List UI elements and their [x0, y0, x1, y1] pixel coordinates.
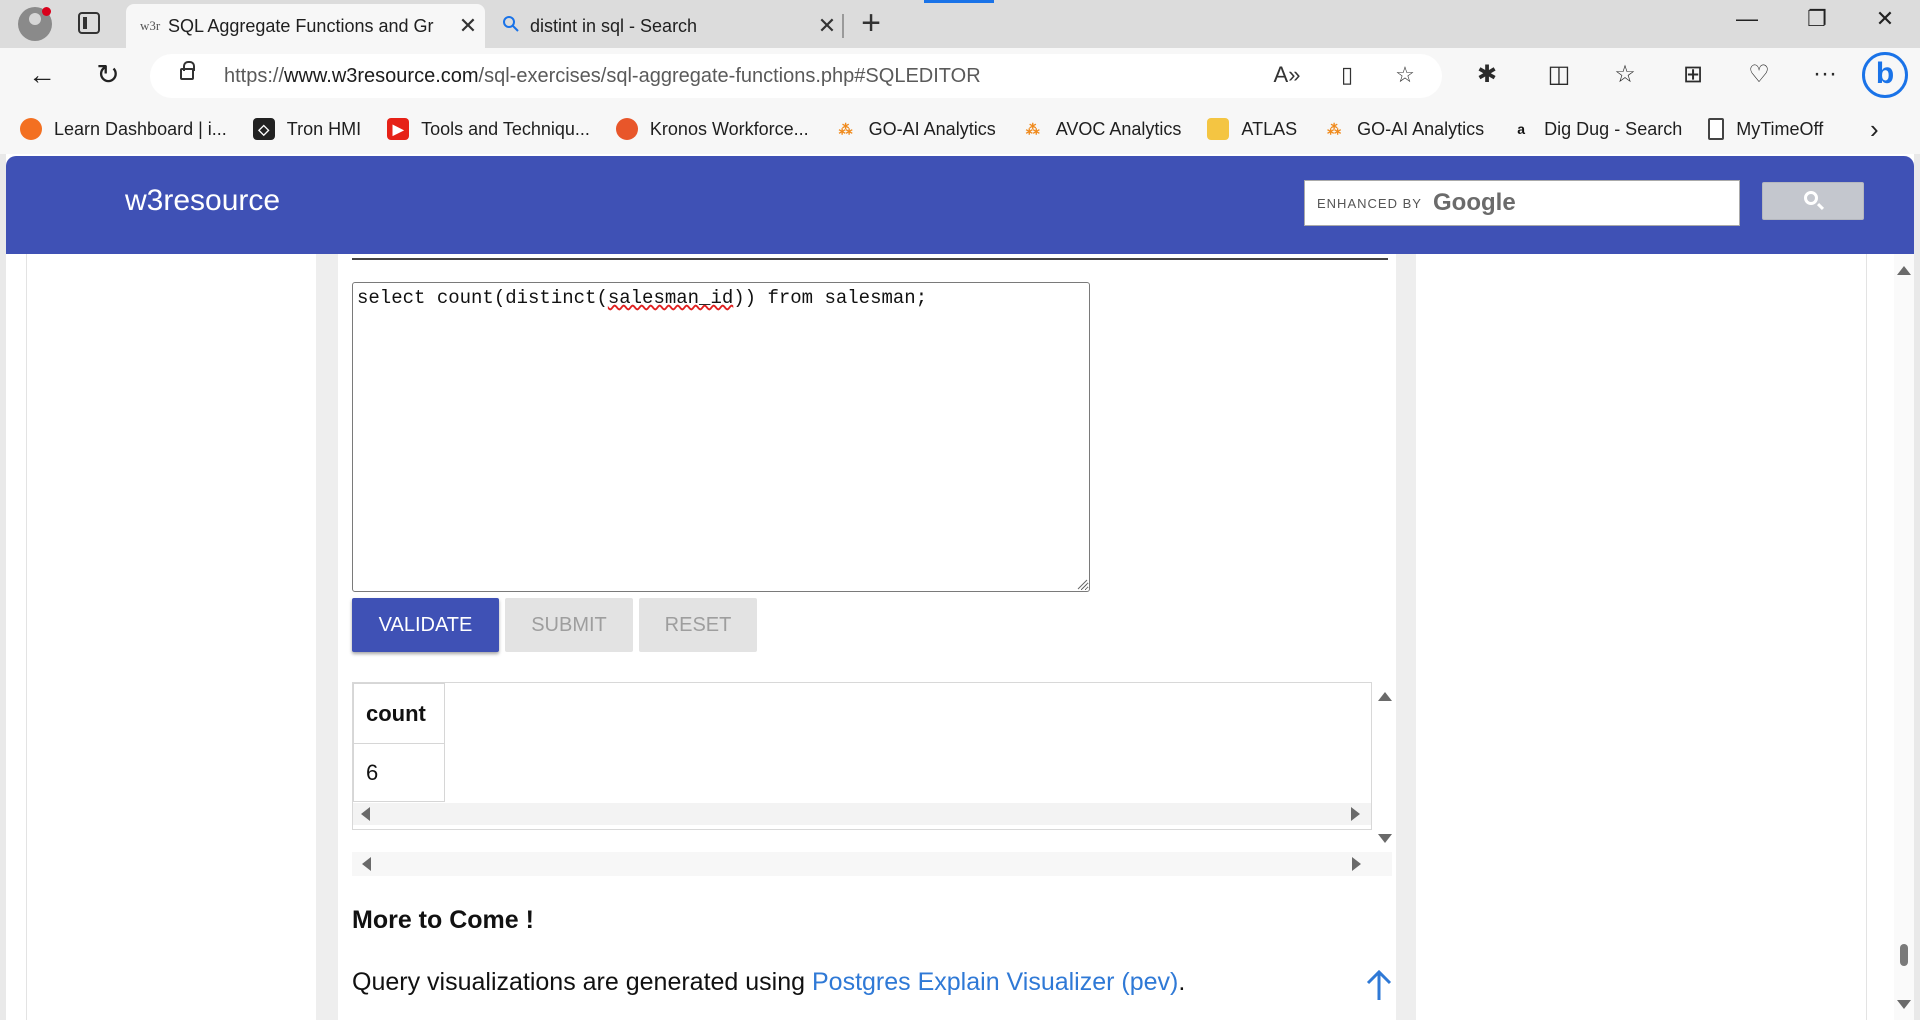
analytics-icon: ⁂: [1327, 121, 1342, 137]
loading-indicator: [924, 0, 994, 3]
kronos-icon: [615, 118, 638, 140]
url-text[interactable]: https://www.w3resource.com/sql-exercises…: [224, 65, 981, 88]
address-bar[interactable]: https://www.w3resource.com/sql-exercises…: [150, 54, 1442, 98]
content-gutter-right: [1396, 254, 1416, 1020]
table-row: 6: [353, 743, 445, 802]
amazon-icon: a: [1517, 121, 1526, 137]
close-tab-icon[interactable]: ✕: [810, 13, 844, 39]
section-heading: More to Come !: [352, 906, 534, 934]
scroll-left-icon[interactable]: [362, 857, 371, 871]
new-tab-icon[interactable]: +: [856, 6, 886, 40]
table-header-row: count: [353, 683, 445, 744]
favorite-go-ai-analytics-2[interactable]: ⁂ GO-AI Analytics: [1323, 118, 1484, 140]
favorite-kronos[interactable]: Kronos Workforce...: [615, 118, 809, 140]
split-screen-icon[interactable]: ◫: [1542, 60, 1576, 92]
back-icon[interactable]: ←: [24, 58, 60, 94]
extensions-icon[interactable]: ✱: [1470, 60, 1504, 92]
favorite-go-ai-analytics[interactable]: ⁂ GO-AI Analytics: [835, 118, 996, 140]
enhanced-by-label: ENHANCED BY: [1317, 196, 1422, 211]
browser-essentials-icon[interactable]: ♡: [1742, 60, 1776, 92]
restore-icon[interactable]: ❐: [1794, 6, 1840, 40]
site-header: w3resource ENHANCED BY Google: [6, 156, 1914, 254]
tab-strip: w3r SQL Aggregate Functions and Gr ✕ dis…: [0, 0, 1920, 48]
orange-circle-icon: [20, 118, 42, 140]
analytics-icon: ⁂: [1025, 121, 1040, 137]
visualization-note: Query visualizations are generated using…: [352, 968, 1186, 996]
page-vertical-scrollbar[interactable]: [1894, 254, 1914, 1020]
pev-link[interactable]: Postgres Explain Visualizer (pev): [812, 968, 1178, 996]
favorite-tron-hmi[interactable]: ◇ Tron HMI: [252, 118, 361, 140]
scroll-left-icon[interactable]: [361, 807, 370, 821]
close-tab-icon[interactable]: ✕: [451, 13, 485, 39]
read-aloud-icon[interactable]: A»: [1272, 62, 1302, 90]
scroll-up-icon[interactable]: [1897, 266, 1911, 275]
table-cell: 6: [353, 743, 445, 802]
result-horizontal-scrollbar[interactable]: [353, 803, 1371, 825]
youtube-icon: ▶: [387, 118, 410, 140]
collections-icon[interactable]: ⊞: [1676, 60, 1710, 92]
submit-button[interactable]: SUBMIT: [505, 598, 633, 652]
folder-icon: [1207, 118, 1230, 140]
google-logo: Google: [1433, 189, 1516, 216]
immersive-reader-icon[interactable]: ▯: [1332, 62, 1362, 90]
favorites-overflow-icon[interactable]: ›: [1870, 114, 1879, 145]
tab-actions-icon[interactable]: [78, 12, 100, 34]
w3r-favicon-icon: w3r: [140, 18, 161, 33]
scroll-up-icon[interactable]: [1378, 692, 1392, 701]
search-input[interactable]: ENHANCED BY Google: [1304, 180, 1740, 226]
outer-horizontal-scrollbar[interactable]: [352, 852, 1392, 876]
bing-copilot-icon[interactable]: b: [1862, 52, 1908, 98]
favorite-atlas[interactable]: ATLAS: [1207, 118, 1297, 140]
close-window-icon[interactable]: ✕: [1862, 6, 1908, 40]
browser-toolbar: ← ↻ https://www.w3resource.com/sql-exerc…: [0, 48, 1920, 104]
minimize-icon[interactable]: —: [1724, 6, 1770, 40]
divider: [352, 258, 1388, 260]
result-panel: count 6: [352, 682, 1372, 830]
favorite-tools-techniques[interactable]: ▶ Tools and Techniqu...: [387, 118, 590, 140]
tab-separator: [842, 14, 844, 38]
notification-dot: [42, 7, 51, 16]
favorite-avoc-analytics[interactable]: ⁂ AVOC Analytics: [1022, 118, 1182, 140]
search-icon: [502, 15, 530, 37]
left-sidebar-border: [26, 254, 27, 1020]
page-viewport: w3resource ENHANCED BY Google select cou…: [6, 154, 1914, 1020]
favorite-star-icon[interactable]: ☆: [1390, 62, 1420, 90]
favorites-icon[interactable]: ☆: [1608, 60, 1642, 92]
reset-button[interactable]: RESET: [639, 598, 757, 652]
analytics-icon: ⁂: [838, 121, 853, 137]
scrollbar-thumb[interactable]: [1900, 944, 1908, 966]
validate-button[interactable]: VALIDATE: [352, 598, 499, 652]
content-gutter-left: [316, 254, 338, 1020]
scroll-right-icon[interactable]: [1351, 807, 1360, 821]
tab-title: SQL Aggregate Functions and Gr: [168, 15, 434, 36]
favorites-bar: Learn Dashboard | i... ◇ Tron HMI ▶ Tools …: [0, 104, 1920, 154]
more-menu-icon[interactable]: ···: [1808, 60, 1842, 92]
search-button[interactable]: [1762, 182, 1864, 220]
editor-buttons: VALIDATE SUBMIT RESET: [352, 598, 757, 652]
scroll-down-icon[interactable]: [1897, 1000, 1911, 1009]
tab-sql-aggregate[interactable]: w3r SQL Aggregate Functions and Gr ✕: [126, 4, 485, 48]
tab-title: distint in sql - Search: [530, 15, 698, 36]
search-icon: [1804, 191, 1818, 205]
favorite-learn-dashboard[interactable]: Learn Dashboard | i...: [20, 118, 227, 140]
resize-grip-icon[interactable]: [1076, 578, 1088, 590]
sql-editor[interactable]: select count(distinct(salesman_id)) from…: [352, 282, 1090, 592]
page-icon: [1708, 118, 1725, 140]
tab-distint-search[interactable]: distint in sql - Search ✕: [490, 4, 844, 48]
refresh-icon[interactable]: ↻: [90, 58, 126, 94]
lock-icon[interactable]: [180, 61, 195, 80]
site-logo[interactable]: w3resource: [125, 184, 280, 218]
result-table: count 6: [353, 683, 445, 802]
back-to-top-icon[interactable]: [1364, 968, 1394, 1002]
scroll-right-icon[interactable]: [1352, 857, 1361, 871]
favorite-mytimeoff[interactable]: MyTimeOff: [1708, 118, 1823, 140]
scroll-down-icon[interactable]: [1378, 834, 1392, 843]
unity-icon: ◇: [252, 118, 275, 140]
column-header-count: count: [353, 683, 445, 744]
right-sidebar-border: [1866, 254, 1867, 1020]
favorite-dig-dug[interactable]: a Dig Dug - Search: [1510, 118, 1682, 140]
